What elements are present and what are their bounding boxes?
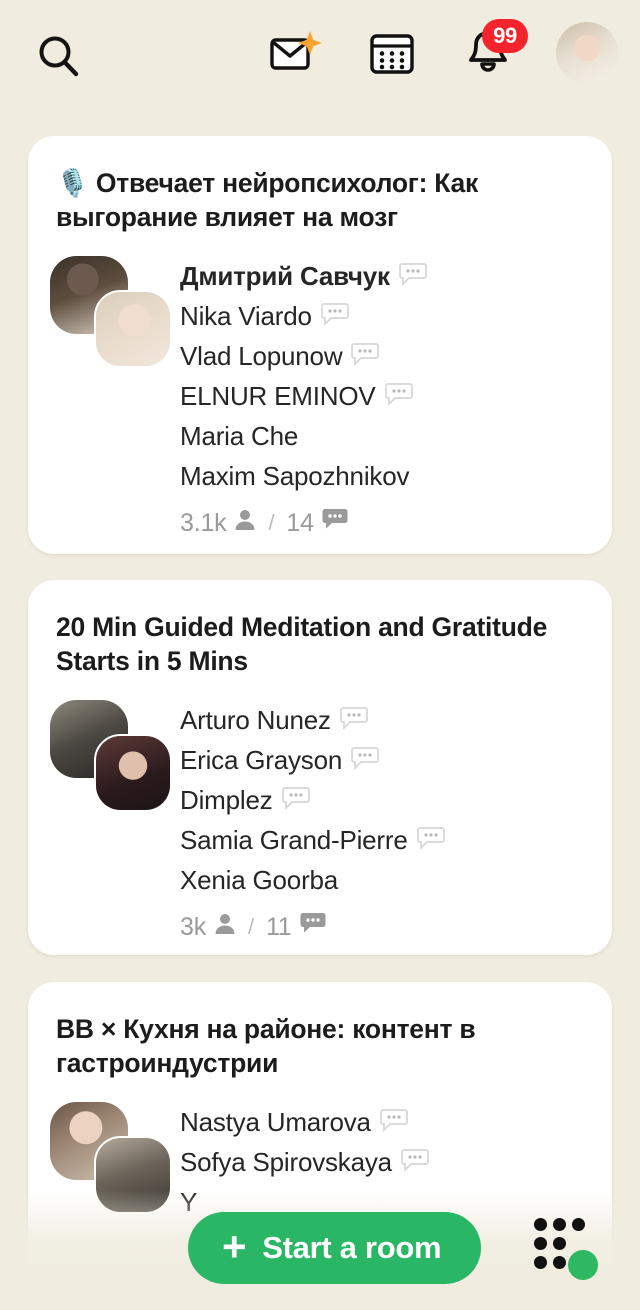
speaker-name: Arturo Nunez <box>180 704 331 735</box>
person-icon <box>234 508 256 539</box>
speaker-name: Vlad Lopunow <box>180 340 343 371</box>
feed-card[interactable]: 20 Min Guided Meditation and Gratitude S… <box>28 580 612 955</box>
feed-card[interactable]: 🎙️ Отвечает нейропсихолог: Как выгорание… <box>28 136 612 554</box>
speaker-name: Maria Che <box>180 420 299 451</box>
header-actions: 99 <box>268 19 618 84</box>
bell-icon[interactable]: 99 <box>460 19 528 83</box>
card-body: Nastya Umarova Sofya Spirovskaya Y <box>28 1080 612 1222</box>
speaker-row[interactable]: Nika Viardo <box>180 296 612 336</box>
speaker-name: Дмитрий Савчук <box>180 260 390 291</box>
speaker-name: Maxim Sapozhnikov <box>180 460 410 491</box>
speaker-name: Xenia Goorba <box>180 864 339 895</box>
speaker-row[interactable]: ELNUR EMINOV <box>180 376 612 416</box>
listener-count: 3k <box>180 912 207 941</box>
speaker-row[interactable]: Sofya Spirovskaya <box>180 1142 612 1182</box>
speech-bubble-icon <box>351 746 379 775</box>
rooms-grid-icon[interactable] <box>534 1218 598 1280</box>
speaker-name: Nastya Umarova <box>180 1106 371 1137</box>
speaker-row[interactable]: Arturo Nunez <box>180 700 612 740</box>
speech-bubble-icon <box>320 302 349 331</box>
speech-bubble-icon <box>281 786 310 815</box>
speech-bubble-icon <box>339 706 368 735</box>
avatar <box>94 734 172 813</box>
calendar-icon[interactable] <box>364 23 420 83</box>
speaker-row[interactable]: Erica Grayson <box>180 740 612 780</box>
card-body: Arturo Nunez Erica Grayson Dimplez Samia… <box>28 678 612 946</box>
speech-bubble-icon <box>401 1148 429 1177</box>
avatar <box>94 1136 172 1215</box>
envelope-sparkle-icon[interactable] <box>268 23 324 83</box>
speaker-row[interactable]: Maria Che <box>180 416 612 456</box>
speech-bubble-filled-icon <box>300 912 326 942</box>
stats-separator: / <box>248 914 254 940</box>
speaker-name: Nika Viardo <box>180 300 312 331</box>
speaker-row[interactable]: Maxim Sapozhnikov <box>180 456 612 496</box>
speech-bubble-icon <box>351 342 380 371</box>
avatar <box>94 290 172 369</box>
start-a-room-button[interactable]: + Start a room <box>188 1212 482 1284</box>
speaker-row[interactable]: Dimplez <box>180 780 612 820</box>
room-feed[interactable]: 🎙️ Отвечает нейропсихолог: Как выгорание… <box>0 0 640 1310</box>
speaker-count: 14 <box>286 508 314 537</box>
speaker-list: Arturo Nunez Erica Grayson Dimplez Samia… <box>174 700 612 946</box>
speaker-count: 11 <box>265 912 292 941</box>
card-body: Дмитрий Савчук Nika Viardo Vlad Lopunow <box>28 234 612 542</box>
speaker-list: Nastya Umarova Sofya Spirovskaya Y <box>174 1102 612 1222</box>
speaker-name: Samia Grand-Pierre <box>180 824 408 855</box>
speaker-name: Sofya Spirovskaya <box>180 1146 392 1177</box>
card-title: 🎙️ Отвечает нейропсихолог: Как выгорание… <box>56 168 479 233</box>
search-icon[interactable] <box>30 28 88 86</box>
speech-bubble-icon <box>416 826 445 855</box>
profile-avatar[interactable] <box>556 22 618 84</box>
card-title: BB × Кухня на районе: контент в гастроин… <box>56 1014 476 1079</box>
start-a-room-label: Start a room <box>262 1230 442 1265</box>
speaker-list: Дмитрий Савчук Nika Viardo Vlad Lopunow <box>174 256 612 542</box>
speaker-avatars <box>50 1102 174 1215</box>
speaker-avatars <box>50 256 174 369</box>
speaker-row[interactable]: Xenia Goorba <box>180 860 612 900</box>
card-title: 20 Min Guided Meditation and Gratitude S… <box>56 612 548 677</box>
plus-icon: + <box>222 1222 247 1270</box>
speech-bubble-filled-icon <box>322 508 348 538</box>
speaker-row[interactable]: Дмитрий Савчук <box>180 256 612 296</box>
speaker-row[interactable]: Nastya Umarova <box>180 1102 612 1142</box>
speaker-name: ELNUR EMINOV <box>180 380 376 411</box>
speaker-name: Dimplez <box>180 784 273 815</box>
speech-bubble-icon <box>384 382 413 411</box>
speech-bubble-icon <box>399 262 427 291</box>
room-stats: 3.1k / 14 <box>180 504 612 542</box>
speaker-row[interactable]: Samia Grand-Pierre <box>180 820 612 860</box>
room-stats: 3k / 11 <box>180 908 612 946</box>
active-room-indicator <box>568 1250 598 1280</box>
speech-bubble-icon <box>379 1108 408 1137</box>
person-icon <box>214 912 236 943</box>
speaker-avatars <box>50 700 174 813</box>
app-header: 99 <box>0 0 640 110</box>
speaker-row[interactable]: Vlad Lopunow <box>180 336 612 376</box>
speaker-name: Y <box>180 1186 198 1217</box>
speaker-name: Erica Grayson <box>180 744 343 775</box>
stats-separator: / <box>268 510 275 536</box>
notification-badge: 99 <box>482 19 528 53</box>
listener-count: 3.1k <box>180 508 227 537</box>
